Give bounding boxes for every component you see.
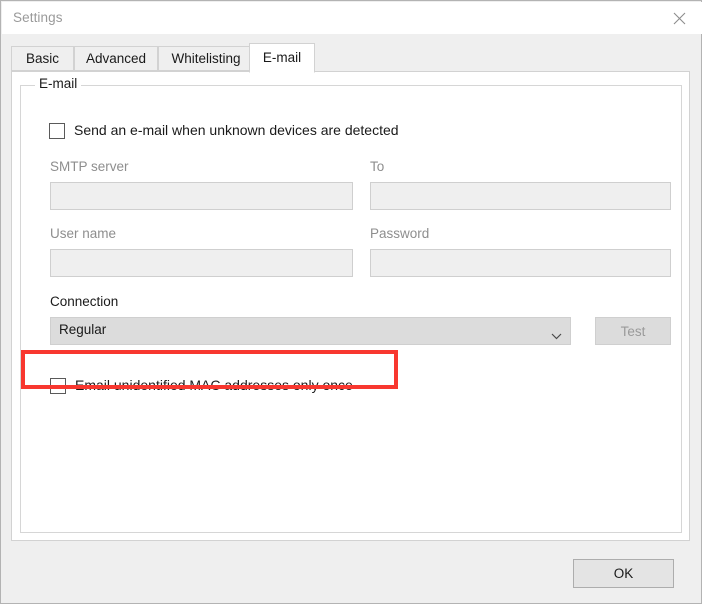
- connection-combobox[interactable]: Regular: [50, 317, 571, 345]
- user-name-label: User name: [50, 226, 117, 241]
- connection-selected-value: Regular: [59, 322, 107, 337]
- title-bar: Settings: [2, 2, 702, 34]
- smtp-server-label: SMTP server: [50, 159, 129, 174]
- settings-window: Settings Basic Advanced Whitelisting E-m…: [0, 0, 702, 604]
- to-label: To: [370, 159, 385, 174]
- smtp-server-input[interactable]: [50, 182, 353, 210]
- close-glyph: [673, 12, 685, 24]
- send-email-checkbox-label: Send an e-mail when unknown devices are …: [74, 122, 399, 138]
- email-group-box: E-mail Send an e-mail when unknown devic…: [20, 76, 682, 533]
- to-input[interactable]: [370, 182, 671, 210]
- tab-advanced[interactable]: Advanced: [74, 46, 158, 71]
- tab-email[interactable]: E-mail: [249, 43, 315, 73]
- chevron-down-icon: [551, 327, 562, 345]
- email-once-checkbox[interactable]: [50, 377, 66, 394]
- connection-label: Connection: [50, 294, 119, 309]
- password-input[interactable]: [370, 249, 671, 277]
- send-email-checkbox-row[interactable]: Send an e-mail when unknown devices are …: [49, 122, 399, 139]
- password-label: Password: [370, 226, 430, 241]
- email-once-checkbox-label: Email unidentified MAC addresses only on…: [75, 377, 353, 393]
- close-icon[interactable]: [656, 2, 702, 34]
- tab-basic[interactable]: Basic: [11, 46, 74, 71]
- tab-whitelisting[interactable]: Whitelisting: [158, 46, 254, 71]
- window-title: Settings: [13, 10, 63, 25]
- user-name-input[interactable]: [50, 249, 353, 277]
- tab-page-email: E-mail Send an e-mail when unknown devic…: [11, 71, 690, 541]
- send-email-checkbox[interactable]: [49, 122, 65, 139]
- ok-button[interactable]: OK: [573, 559, 674, 588]
- email-once-checkbox-row[interactable]: Email unidentified MAC addresses only on…: [50, 377, 353, 394]
- group-box-legend: E-mail: [35, 76, 82, 91]
- test-button[interactable]: Test: [595, 317, 671, 345]
